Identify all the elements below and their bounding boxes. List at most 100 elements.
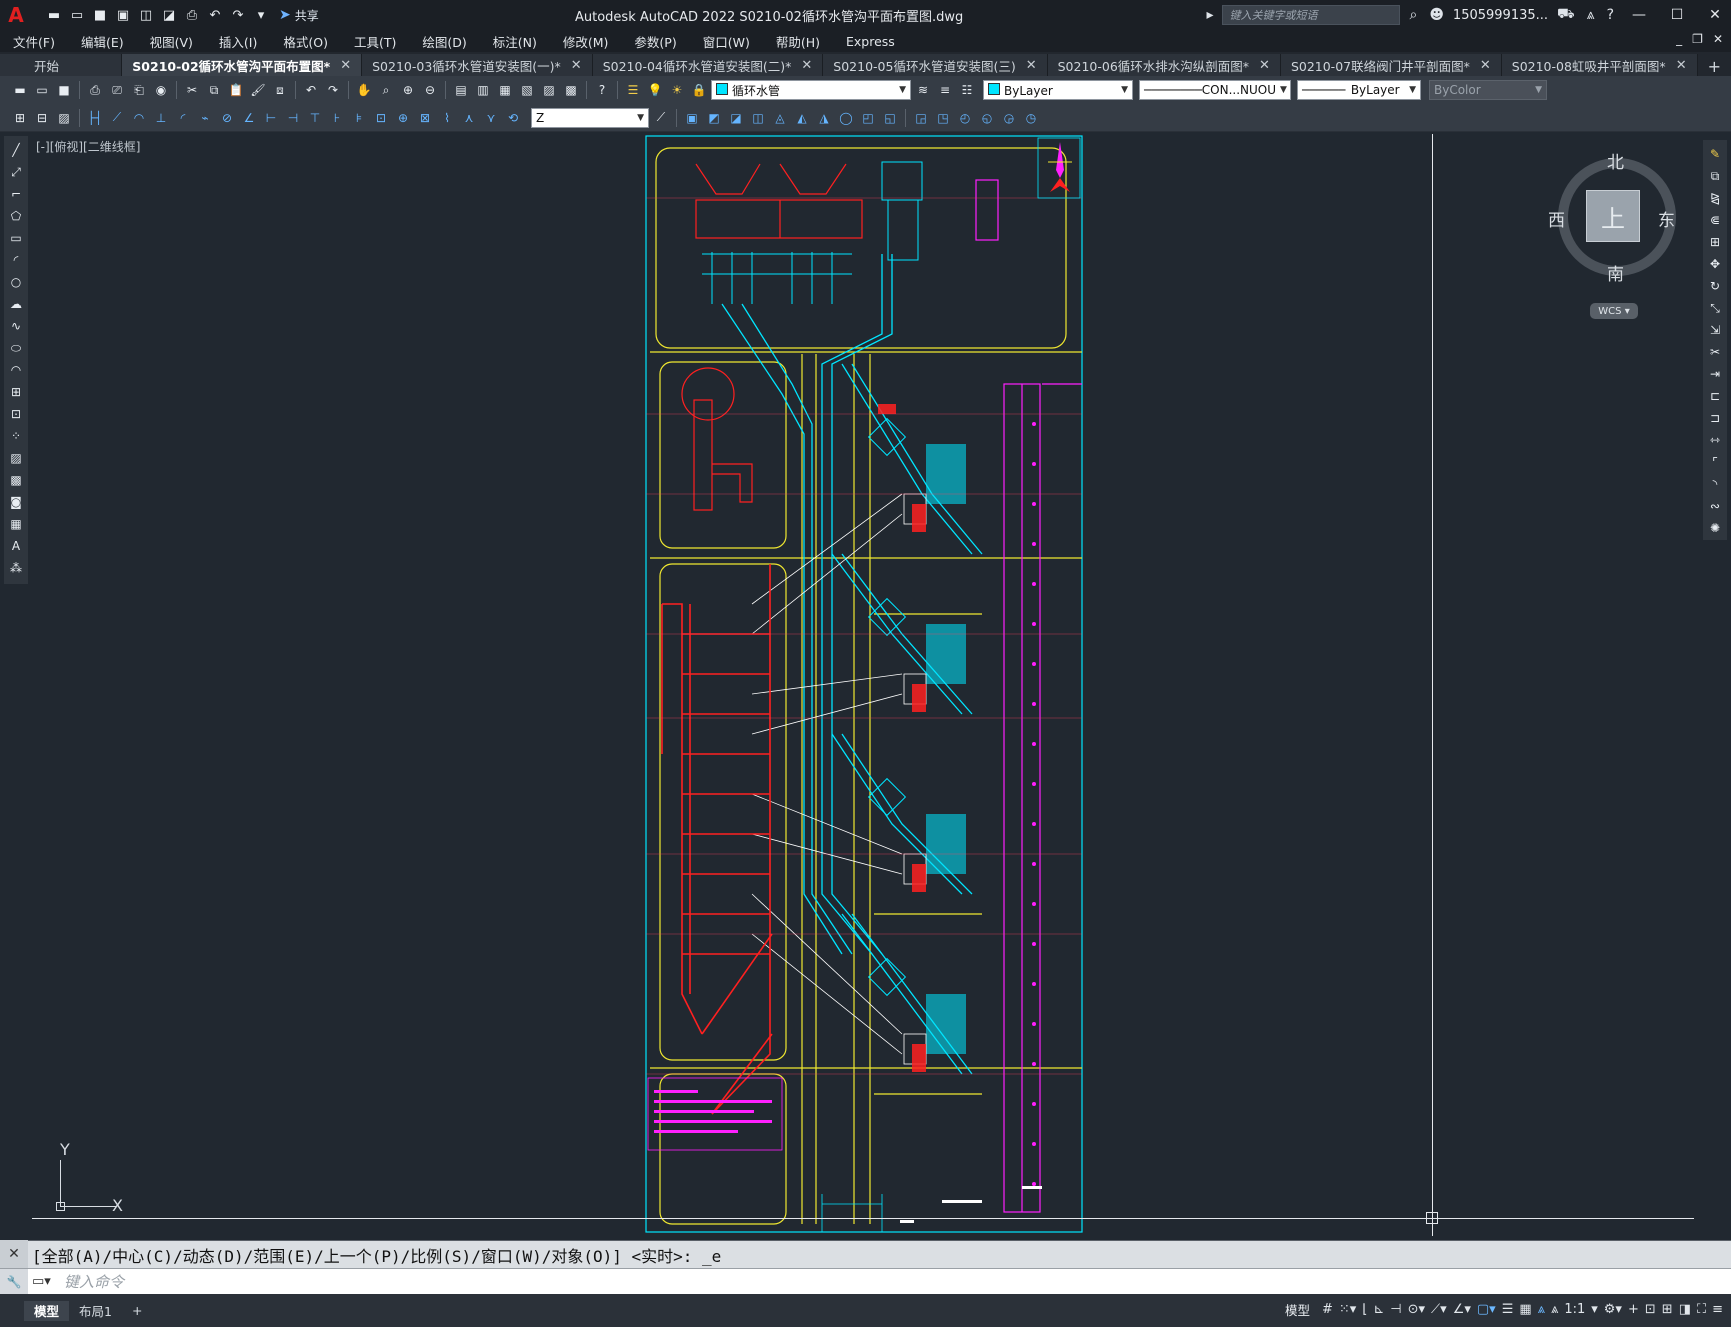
customize-qa-icon[interactable]: ▾ <box>251 6 271 24</box>
view-icon[interactable]: ◵ <box>977 108 997 128</box>
workspace-gear-icon[interactable]: ⚙▾ <box>1604 1302 1622 1317</box>
menu-parametric[interactable]: 参数(P) <box>621 32 689 51</box>
viewcube-west[interactable]: 西 <box>1548 206 1565 231</box>
lineweight-dropdown[interactable]: ────── ByLayer ▼ <box>1297 80 1421 100</box>
menu-view[interactable]: 视图(V) <box>137 32 206 51</box>
break-at-point-icon[interactable]: ⊏ <box>1705 386 1725 406</box>
diameter-icon[interactable]: ⊘ <box>217 108 237 128</box>
polar-tracking-icon[interactable]: ⊙▾ <box>1408 1302 1425 1317</box>
pan-icon[interactable]: ✋ <box>354 80 374 100</box>
region-icon[interactable]: ◙ <box>6 492 26 512</box>
help-search-input[interactable]: 键入关键字或短语 <box>1222 5 1401 25</box>
calculator-icon[interactable]: ▩ <box>561 80 581 100</box>
inspection-icon[interactable]: ⊠ <box>415 108 435 128</box>
stretch-icon[interactable]: ⇲ <box>1705 320 1725 340</box>
menu-file[interactable]: 文件(F) <box>0 32 68 51</box>
redo-icon[interactable]: ↷ <box>323 80 343 100</box>
undo-icon[interactable]: ↶ <box>205 6 225 24</box>
menu-tools[interactable]: 工具(T) <box>341 32 409 51</box>
annotation-monitor-icon[interactable]: + <box>1628 1302 1639 1317</box>
layer-sun-icon[interactable]: ☀ <box>667 80 687 100</box>
scale-icon[interactable]: ⤡ <box>1705 298 1725 318</box>
copy-object-icon[interactable]: ⧉ <box>1705 166 1725 186</box>
markup-icon[interactable]: ▨ <box>539 80 559 100</box>
redo-icon[interactable]: ↷ <box>228 6 248 24</box>
radius-icon[interactable]: ◜ <box>173 108 193 128</box>
gradient-icon[interactable]: ▩ <box>6 470 26 490</box>
tab-s0210-07[interactable]: S0210-07联络阀门井平剖面图* ✕ <box>1280 54 1502 76</box>
plot-preview-icon[interactable]: ⎚ <box>107 80 127 100</box>
viewcube-north[interactable]: 北 <box>1607 148 1624 173</box>
break-icon[interactable]: ⊐ <box>1705 408 1725 428</box>
annotation-scale[interactable]: 1:1 <box>1564 1302 1585 1317</box>
menu-help[interactable]: 帮助(H) <box>763 32 833 51</box>
tab-close-icon[interactable]: ✕ <box>1676 58 1687 73</box>
dim-update-icon[interactable]: ⟲ <box>503 108 523 128</box>
rectangle-icon[interactable]: ▭ <box>6 228 26 248</box>
auto-scale-icon[interactable]: ⩓ <box>1551 1302 1558 1317</box>
zoom-previous-icon[interactable]: ⊖ <box>420 80 440 100</box>
cart-icon[interactable]: ⛟ <box>1554 6 1578 24</box>
wcs-menu-button[interactable]: WCS ▾ <box>1590 303 1638 319</box>
center-mark-icon[interactable]: ⊕ <box>393 108 413 128</box>
tab-s0210-04[interactable]: S0210-04循环水管道安装图(二)* ✕ <box>592 54 824 76</box>
menu-draw[interactable]: 绘图(D) <box>409 32 479 51</box>
tolerance-icon[interactable]: ⊡ <box>371 108 391 128</box>
quick-dim-icon[interactable]: ⊢ <box>261 108 281 128</box>
paste-icon[interactable]: 📋 <box>226 80 246 100</box>
arc-length-icon[interactable]: ◠ <box>129 108 149 128</box>
save-web-icon[interactable]: ◪ <box>159 6 179 24</box>
construction-line-icon[interactable]: ⤢ <box>6 162 26 182</box>
customize-command-icon[interactable]: 🔧 <box>0 1268 28 1295</box>
match-properties-icon[interactable]: 🖌 <box>248 80 268 100</box>
arc-icon[interactable]: ◜ <box>6 250 26 270</box>
plot-icon[interactable]: ⎙ <box>85 80 105 100</box>
customization-icon[interactable]: ≡ <box>1712 1302 1723 1317</box>
tab-close-icon[interactable]: ✕ <box>1026 58 1037 73</box>
minimize-button[interactable]: — <box>1623 7 1655 23</box>
units-icon[interactable]: ⊡ <box>1645 1302 1656 1317</box>
tab-s0210-03[interactable]: S0210-03循环水管道安装图(一)* ✕ <box>362 54 593 76</box>
maximize-button[interactable]: ☐ <box>1661 7 1693 23</box>
viewcube[interactable]: 上 北 南 东 西 WCS ▾ <box>1548 148 1678 328</box>
share-button[interactable]: ➤ 共享 <box>279 7 319 24</box>
new-file-icon[interactable]: ▬ <box>44 6 64 24</box>
help-icon[interactable]: ? <box>592 80 612 100</box>
add-layout-icon[interactable]: + <box>122 1301 152 1321</box>
layout-tab-model[interactable]: 模型 <box>24 1300 70 1321</box>
plotstyle-dropdown[interactable]: ByColor ▼ <box>1429 80 1547 100</box>
slice-icon[interactable]: ◯ <box>836 108 856 128</box>
help-icon[interactable]: ? <box>1604 7 1617 23</box>
point-icon[interactable]: ⁘ <box>6 426 26 446</box>
add-selected-icon[interactable]: ⁂ <box>6 558 26 578</box>
doc-minimize-icon[interactable]: _ <box>1676 32 1682 46</box>
expand-search-icon[interactable]: ▸ <box>1203 7 1216 23</box>
annotation-visibility-icon[interactable]: ⩓ <box>1538 1302 1545 1317</box>
dynamic-input-icon[interactable]: ⊾ <box>1373 1302 1384 1317</box>
section-icon[interactable]: ◰ <box>858 108 878 128</box>
viewcube-south[interactable]: 南 <box>1607 260 1624 285</box>
angular-icon[interactable]: ∠ <box>239 108 259 128</box>
intersect-icon[interactable]: ◮ <box>814 108 834 128</box>
multiline-text-icon[interactable]: A <box>6 536 26 556</box>
continue-icon[interactable]: ⊤ <box>305 108 325 128</box>
user-account[interactable]: 1505999135... <box>1453 8 1548 23</box>
join-icon[interactable]: ⇿ <box>1705 430 1725 450</box>
save-icon[interactable]: ■ <box>54 80 74 100</box>
subtract-icon[interactable]: ◭ <box>792 108 812 128</box>
polyline-icon[interactable]: ⌐ <box>6 184 26 204</box>
erase-icon[interactable]: ✎ <box>1705 144 1725 164</box>
rotate-icon[interactable]: ↻ <box>1705 276 1725 296</box>
polygon-icon[interactable]: ⬠ <box>6 206 26 226</box>
command-input[interactable]: 键入命令 <box>64 1271 124 1292</box>
offset-icon[interactable]: ⋐ <box>1705 210 1725 230</box>
move-icon[interactable]: ✥ <box>1705 254 1725 274</box>
hatch-icon[interactable]: ▨ <box>54 108 74 128</box>
ortho-icon[interactable]: ⊣ <box>1390 1302 1401 1317</box>
isometric-icon[interactable]: ⟋▾ <box>1431 1302 1447 1317</box>
jogged-linear-icon[interactable]: ⌇ <box>437 108 457 128</box>
ucs-dropdown[interactable]: Z ▼ <box>531 107 649 128</box>
tab-s0210-08[interactable]: S0210-08虹吸井平剖面图* ✕ <box>1501 54 1698 76</box>
trim-icon[interactable]: ✂ <box>1705 342 1725 362</box>
tab-close-icon[interactable]: ✕ <box>340 58 351 73</box>
